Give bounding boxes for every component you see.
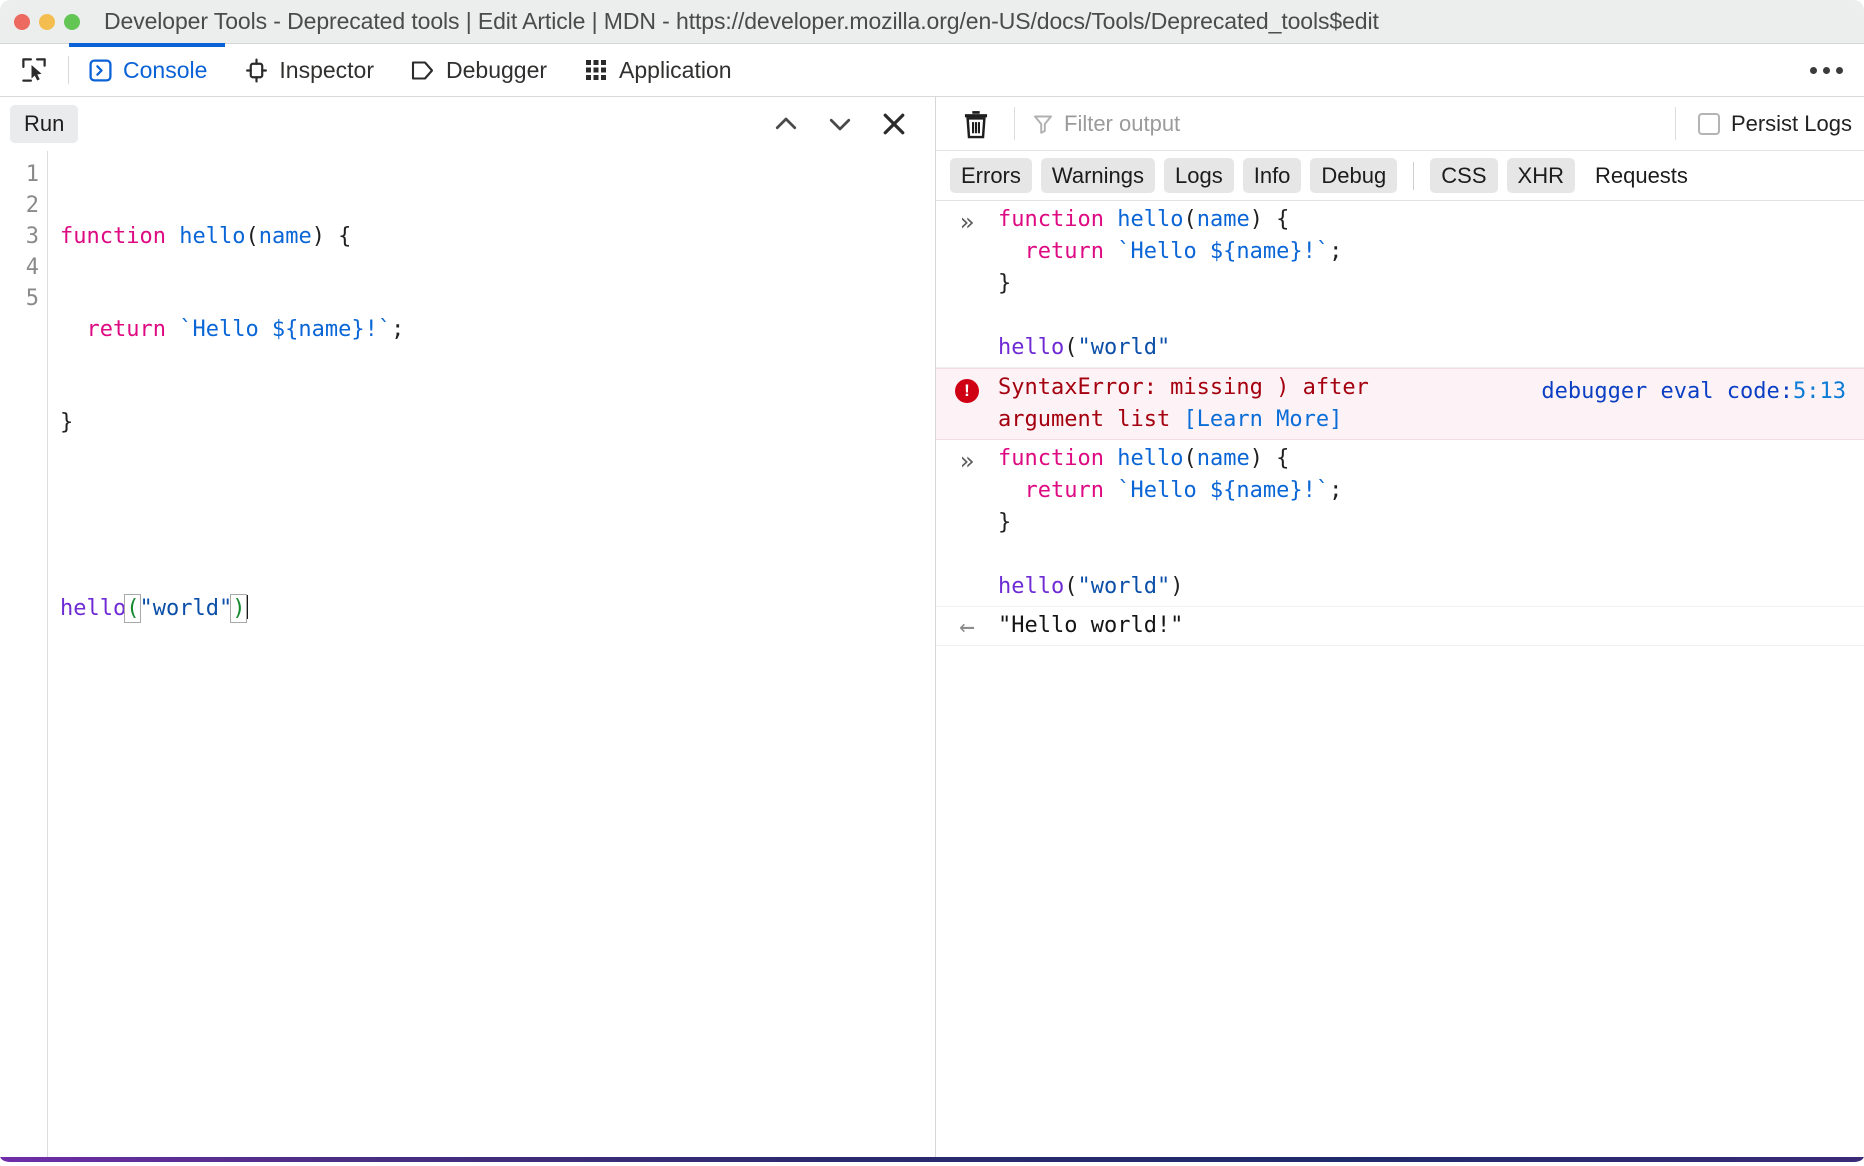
console-error-text: SyntaxError: missing ) after argument li… xyxy=(998,372,1618,436)
error-source-file: debugger eval code: xyxy=(1541,379,1793,404)
application-grid-icon xyxy=(583,57,609,83)
close-window-button[interactable] xyxy=(14,14,30,30)
tab-inspector-label: Inspector xyxy=(279,57,374,84)
error-source-line: 5:13 xyxy=(1793,379,1846,404)
debugger-icon xyxy=(410,57,436,83)
editor-line-numbers: 1 2 3 4 5 xyxy=(0,151,48,1162)
window-bottom-accent xyxy=(0,1157,1864,1162)
filter-chip-xhr[interactable]: XHR xyxy=(1507,158,1575,193)
ellipsis-icon xyxy=(1810,67,1817,74)
filter-chip-divider xyxy=(1413,162,1414,190)
error-marker: ! xyxy=(936,372,998,406)
console-input-code: function hello(name) { return `Hello ${n… xyxy=(998,204,1864,364)
learn-more-link[interactable]: [Learn More] xyxy=(1183,407,1342,432)
input-chevron-icon: » xyxy=(936,204,998,238)
line-number: 2 xyxy=(0,190,47,221)
console-filter-chips: Errors Warnings Logs Info Debug CSS XHR … xyxy=(936,151,1864,201)
code-line: hello("world") xyxy=(60,593,935,624)
filter-chip-css[interactable]: CSS xyxy=(1430,158,1497,193)
run-button[interactable]: Run xyxy=(10,105,78,143)
console-prompt-icon xyxy=(87,57,113,83)
result-arrow-icon: ← xyxy=(936,610,998,642)
window-title: Developer Tools - Deprecated tools | Edi… xyxy=(104,8,1864,35)
inspector-icon xyxy=(243,57,269,83)
tab-debugger[interactable]: Debugger xyxy=(392,44,565,96)
devtools-overflow-menu-button[interactable] xyxy=(1788,44,1864,96)
chevron-up-icon xyxy=(771,109,801,139)
devtools-body: Run xyxy=(0,97,1864,1162)
window-controls xyxy=(0,14,104,30)
error-source-location[interactable]: debugger eval code:5:13 xyxy=(1541,376,1846,408)
console-message-input[interactable]: » function hello(name) { return `Hello $… xyxy=(936,440,1864,607)
console-pane: Filter output Persist Logs Errors Warnin… xyxy=(936,97,1864,1162)
line-number: 1 xyxy=(0,159,47,190)
filter-chip-debug[interactable]: Debug xyxy=(1310,158,1397,193)
console-toolbar: Filter output Persist Logs xyxy=(936,97,1864,151)
persist-logs-toggle[interactable]: Persist Logs xyxy=(1682,111,1864,137)
persist-logs-checkbox[interactable] xyxy=(1698,113,1720,135)
element-picker-button[interactable] xyxy=(0,44,68,96)
devtools-tabs: Console Inspector Debugger xyxy=(69,44,750,96)
filter-chip-warnings[interactable]: Warnings xyxy=(1041,158,1155,193)
console-toolbar-divider xyxy=(1675,107,1676,140)
error-icon: ! xyxy=(955,379,979,403)
editor-code-lines[interactable]: function hello(name) { return `Hello ${n… xyxy=(48,151,935,1162)
tab-console[interactable]: Console xyxy=(69,44,225,96)
multiline-editor-pane: Run xyxy=(0,97,936,1162)
tab-inspector[interactable]: Inspector xyxy=(225,44,392,96)
toolbar-spacer xyxy=(750,44,1788,96)
console-result-value: "Hello world!" xyxy=(998,610,1864,642)
code-line: } xyxy=(60,407,935,438)
filter-chip-requests[interactable]: Requests xyxy=(1584,158,1699,193)
editor-toolbar: Run xyxy=(0,97,935,151)
ellipsis-icon xyxy=(1823,67,1830,74)
history-next-button[interactable] xyxy=(813,102,867,146)
persist-logs-label: Persist Logs xyxy=(1731,111,1852,137)
filter-chip-errors[interactable]: Errors xyxy=(950,158,1032,193)
line-number: 3 xyxy=(0,221,47,252)
window-titlebar: Developer Tools - Deprecated tools | Edi… xyxy=(0,0,1864,44)
code-line: function hello(name) { xyxy=(60,221,935,252)
close-x-icon xyxy=(879,109,909,139)
filter-output-placeholder: Filter output xyxy=(1064,111,1180,137)
devtools-toolbar: Console Inspector Debugger xyxy=(0,44,1864,97)
console-toolbar-divider xyxy=(1014,107,1015,140)
code-line xyxy=(60,500,935,531)
tab-console-label: Console xyxy=(123,57,207,84)
element-picker-icon xyxy=(19,55,49,85)
line-number: 5 xyxy=(0,283,47,314)
input-chevron-icon: » xyxy=(936,443,998,477)
tab-application[interactable]: Application xyxy=(565,44,750,96)
ellipsis-icon xyxy=(1836,67,1843,74)
filter-chip-logs[interactable]: Logs xyxy=(1164,158,1234,193)
tab-application-label: Application xyxy=(619,57,732,84)
console-input-code: function hello(name) { return `Hello ${n… xyxy=(998,443,1864,603)
chevron-down-icon xyxy=(825,109,855,139)
tab-debugger-label: Debugger xyxy=(446,57,547,84)
filter-output-input[interactable]: Filter output xyxy=(1021,111,1669,137)
devtools-window: Developer Tools - Deprecated tools | Edi… xyxy=(0,0,1864,1166)
history-previous-button[interactable] xyxy=(759,102,813,146)
minimize-window-button[interactable] xyxy=(39,14,55,30)
console-message-error[interactable]: ! SyntaxError: missing ) after argument … xyxy=(936,368,1864,440)
line-number: 4 xyxy=(0,252,47,283)
clear-console-button[interactable] xyxy=(944,102,1008,146)
filter-funnel-icon xyxy=(1031,112,1055,136)
close-editor-button[interactable] xyxy=(867,102,921,146)
console-message-input[interactable]: » function hello(name) { return `Hello $… xyxy=(936,201,1864,368)
zoom-window-button[interactable] xyxy=(64,14,80,30)
console-message-result[interactable]: ← "Hello world!" xyxy=(936,607,1864,646)
filter-chip-info[interactable]: Info xyxy=(1243,158,1302,193)
trash-icon xyxy=(961,108,991,140)
console-output-list[interactable]: » function hello(name) { return `Hello $… xyxy=(936,201,1864,1162)
code-editor[interactable]: 1 2 3 4 5 function hello(name) { return … xyxy=(0,151,935,1162)
code-line: return `Hello ${name}!`; xyxy=(60,314,935,345)
